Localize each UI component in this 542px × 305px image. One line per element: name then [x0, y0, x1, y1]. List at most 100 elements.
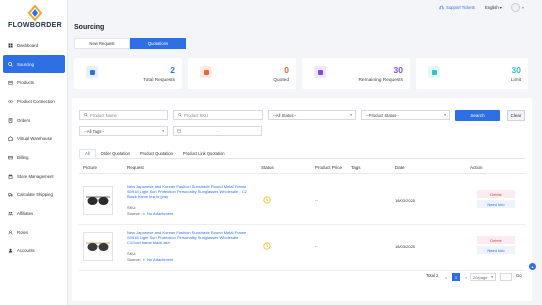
logo-mark-icon: [27, 5, 43, 21]
request-sku: SKU:: [127, 205, 137, 210]
sidebar-item-accounts[interactable]: Accounts: [0, 242, 68, 261]
sidebar-item-virtual-warehouse[interactable]: Virtual Warehouse: [0, 129, 68, 148]
link-icon: [8, 99, 13, 104]
search-icon: [178, 113, 182, 117]
sidebar-item-label: Orders: [17, 117, 31, 123]
request-title-link[interactable]: New Japanese and Korean Fashion Sunshade…: [127, 230, 255, 246]
stat-label: Remaining Requests: [358, 78, 403, 83]
sidebar-item-orders[interactable]: Orders: [0, 111, 68, 130]
stat-label: Limit: [510, 78, 521, 83]
sidebar-item-sourcing[interactable]: Sourcing: [3, 54, 65, 74]
date-range-picker[interactable]: -: [173, 126, 262, 136]
stat-badge-icon: [314, 66, 326, 78]
prev-page-button[interactable]: <: [442, 273, 450, 281]
tab-all[interactable]: All: [79, 149, 96, 158]
need-info-button[interactable]: Need Info: [477, 246, 515, 254]
chevron-down-icon[interactable]: ▾: [522, 6, 524, 10]
tags-select[interactable]: --All Tags-- ▾: [79, 126, 168, 136]
stat-value: 30: [393, 65, 403, 75]
col-tags: Tags: [351, 165, 361, 170]
sidebar-item-calculate-shipping[interactable]: Calculate Shipping: [0, 186, 68, 205]
sidebar-item-roles[interactable]: Roles: [0, 223, 68, 242]
col-product-price: Product Price: [315, 165, 343, 170]
product-name-input[interactable]: Product Name: [79, 110, 168, 120]
search-button[interactable]: Search: [455, 110, 500, 121]
go-button[interactable]: Go: [516, 273, 522, 278]
product-image[interactable]: [83, 232, 113, 261]
roles-icon: [8, 230, 13, 235]
stat-card-total: 2 Total Requests: [74, 58, 182, 89]
request-date: 18/03/2025: [395, 244, 416, 249]
chevron-down-icon: ▾: [491, 275, 493, 279]
date-range-separator: -: [217, 128, 219, 134]
request-date: 18/03/2025: [395, 198, 416, 203]
attachment-link[interactable]: No Attachment: [147, 211, 173, 216]
warehouse-icon: [8, 136, 13, 142]
paperclip-icon: ⌕: [142, 257, 146, 262]
store-icon: [8, 174, 13, 179]
stat-badge-icon: [428, 66, 440, 78]
tab-quotations[interactable]: Quotations: [130, 38, 186, 49]
stat-value: 2: [170, 65, 175, 75]
goto-page-input[interactable]: [500, 273, 512, 281]
tab-order-quotation[interactable]: Order Quotation: [96, 149, 135, 158]
sidebar-item-products[interactable]: Products: [0, 73, 68, 92]
delete-button[interactable]: Delete: [477, 236, 515, 244]
logo[interactable]: FLOWBORDER: [6, 5, 64, 31]
request-title-link[interactable]: New Japanese and Korean Fashion Sunshade…: [127, 184, 255, 200]
product-image[interactable]: [83, 186, 113, 215]
sidebar-item-label: Product Connection: [17, 98, 55, 104]
need-info-button[interactable]: Need Info: [477, 200, 515, 208]
product-status-select-value: --Product Status--: [366, 112, 400, 118]
support-tickets-link[interactable]: Support Tickets: [439, 5, 475, 10]
scroll-top-button[interactable]: ▴: [529, 263, 536, 270]
chevron-down-icon: ▾: [350, 113, 352, 117]
col-status: Status: [261, 165, 274, 170]
sidebar-item-label: Roles: [17, 229, 28, 235]
sidebar-item-store-management[interactable]: Store Management: [0, 167, 68, 186]
sunglasses-icon: [86, 242, 110, 251]
stat-label: Total Requests: [143, 78, 175, 83]
stat-card-limit: 30 Limit: [416, 58, 528, 89]
sidebar-item-label: Billing: [17, 154, 29, 160]
sidebar-item-label: Affiliates: [17, 211, 34, 217]
sidebar-item-label: Products: [17, 80, 34, 86]
tab-product-quotation[interactable]: Product Quotation: [135, 149, 178, 158]
quotation-type-tabs: All Order Quotation Product Quotation Pr…: [79, 149, 525, 159]
stat-card-remaining: 30 Remaining Requests: [302, 58, 410, 89]
sidebar-item-product-connection[interactable]: Product Connection: [0, 92, 68, 111]
source-label: Source:: [127, 211, 141, 216]
sidebar-item-affiliates[interactable]: Affiliates: [0, 204, 68, 223]
clear-button[interactable]: Clear: [507, 110, 525, 121]
sidebar-item-billing[interactable]: Billing: [0, 148, 68, 167]
product-price-value: --: [315, 244, 318, 249]
sidebar: FLOWBORDER Dashboard Sourcing Products Prod…: [0, 0, 68, 305]
product-status-select[interactable]: --Product Status-- ▾: [361, 110, 450, 120]
delete-button[interactable]: Delete: [477, 190, 515, 198]
sidebar-item-label: Virtual Warehouse: [17, 136, 53, 142]
tab-product-link-quotation[interactable]: Product Link Quotation: [178, 149, 230, 158]
pagination-total: Total 2: [426, 273, 439, 278]
avatar[interactable]: [511, 3, 520, 12]
attachment-link[interactable]: No Attachment: [147, 257, 173, 262]
billing-icon: [8, 155, 13, 160]
table-row: New Japanese and Korean Fashion Sunshade…: [79, 180, 525, 225]
page-1-button[interactable]: 1: [452, 273, 460, 281]
headset-icon: [439, 5, 444, 10]
sidebar-item-label: Calculate Shipping: [17, 192, 53, 198]
sidebar-nav: Dashboard Sourcing Products Product Connect…: [0, 36, 68, 260]
page-size-select[interactable]: 20/page ▾: [470, 273, 496, 281]
status-select[interactable]: --All Status-- ▾: [268, 110, 356, 120]
status-select-value: --All Status--: [273, 112, 297, 118]
sidebar-item-dashboard[interactable]: Dashboard: [0, 36, 68, 55]
next-page-button[interactable]: >: [462, 273, 470, 281]
top-tabs: New Request Quotations: [74, 38, 186, 49]
request-source: Source: ⌕ No Attachment: [127, 211, 173, 216]
affiliates-icon: [8, 211, 13, 216]
product-sku-input[interactable]: Product SKU: [173, 110, 263, 120]
language-select[interactable]: English ▾: [485, 5, 502, 10]
search-icon: [84, 113, 88, 117]
tab-new-request[interactable]: New Request: [74, 38, 130, 49]
page-title: Sourcing: [74, 24, 105, 31]
clock-pending-icon: [263, 196, 271, 204]
